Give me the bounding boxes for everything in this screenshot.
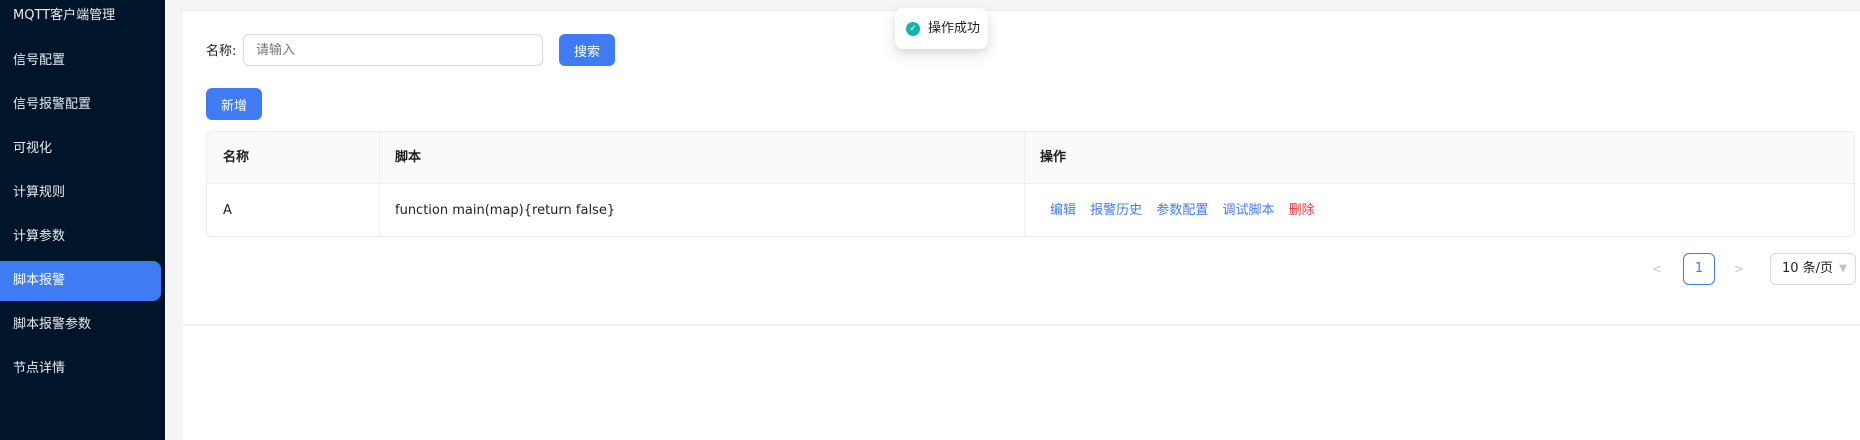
alarm-history-link[interactable]: 报警历史 <box>1090 203 1142 218</box>
table-row: A function main(map){return false} 编辑 报警… <box>207 185 1854 236</box>
column-divider <box>379 132 380 236</box>
sidebar-item-visualization[interactable]: 可视化 <box>0 129 161 169</box>
page-1-button[interactable]: 1 <box>1683 253 1715 285</box>
sidebar-item-script-alarm[interactable]: 脚本报警 <box>0 261 161 301</box>
next-page-button[interactable]: > <box>1734 253 1744 285</box>
search-button[interactable]: 搜索 <box>559 34 615 66</box>
name-search-input[interactable] <box>243 34 543 66</box>
sidebar-item-calc-params[interactable]: 计算参数 <box>0 217 161 257</box>
row-actions-cell: 编辑 报警历史 参数配置 调试脚本 删除 <box>1050 185 1315 236</box>
sidebar-item-node-detail[interactable]: 节点详情 <box>0 349 161 389</box>
script-alarm-table: 名称 脚本 操作 A function main(map){return fal… <box>206 131 1855 237</box>
sidebar-item-mqtt-client[interactable]: MQTT客户端管理 <box>0 0 161 36</box>
delete-link[interactable]: 删除 <box>1289 203 1315 218</box>
check-circle-icon: ✓ <box>906 22 920 36</box>
name-filter-label: 名称: <box>206 44 237 59</box>
row-name-cell: A <box>223 203 232 218</box>
edit-link[interactable]: 编辑 <box>1050 203 1076 218</box>
column-header-actions: 操作 <box>1040 150 1067 165</box>
column-header-script: 脚本 <box>395 150 422 165</box>
content-lower-area <box>183 326 1860 440</box>
sidebar-item-signal-config[interactable]: 信号配置 <box>0 41 161 81</box>
table-header: 名称 脚本 操作 <box>207 132 1854 184</box>
sidebar-item-script-alarm-params[interactable]: 脚本报警参数 <box>0 305 161 345</box>
sidebar: MQTT客户端管理 信号配置 信号报警配置 可视化 计算规则 计算参数 脚本报警… <box>0 0 165 440</box>
sidebar-item-calc-rules[interactable]: 计算规则 <box>0 173 161 213</box>
debug-script-link[interactable]: 调试脚本 <box>1222 203 1274 218</box>
success-toast: ✓ 操作成功 <box>895 8 988 49</box>
column-header-name: 名称 <box>223 150 250 165</box>
row-script-cell: function main(map){return false} <box>395 203 616 218</box>
param-config-link[interactable]: 参数配置 <box>1156 203 1208 218</box>
chevron-down-icon: ▼ <box>1839 263 1847 274</box>
prev-page-button[interactable]: < <box>1652 253 1662 285</box>
toast-message: 操作成功 <box>928 21 981 36</box>
page-size-select[interactable]: 10 条/页 ▼ <box>1770 253 1856 285</box>
sidebar-item-signal-alarm-config[interactable]: 信号报警配置 <box>0 85 161 125</box>
column-divider <box>1024 132 1025 236</box>
add-button[interactable]: 新增 <box>206 88 262 120</box>
page-size-value: 10 条/页 <box>1782 261 1834 276</box>
